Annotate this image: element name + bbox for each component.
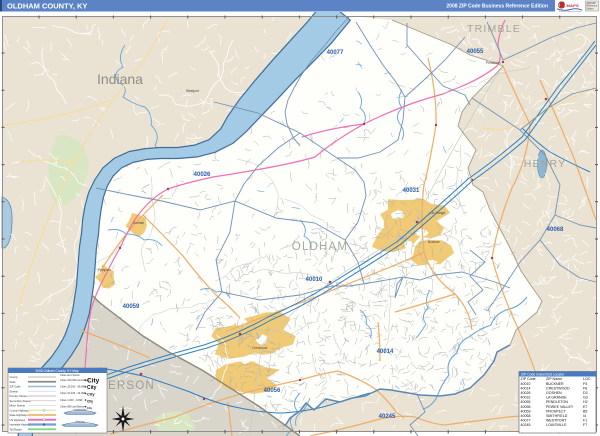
svg-text:E7: E7	[583, 405, 587, 409]
svg-text:2008 ZIP: 2008 ZIP	[587, 3, 597, 5]
svg-text:40245: 40245	[521, 423, 531, 427]
svg-text:40010: 40010	[306, 277, 323, 283]
svg-text:40055: 40055	[467, 49, 484, 55]
svg-text:Goshen: Goshen	[133, 221, 144, 225]
svg-text:40068: 40068	[547, 227, 564, 233]
svg-text:City: City	[87, 399, 93, 403]
svg-text:ERSON: ERSON	[108, 380, 155, 392]
svg-text:State Hwy: State Hwy	[75, 420, 84, 423]
svg-text:2008 Oldham County, KY Map: 2008 Oldham County, KY Map	[36, 369, 79, 373]
svg-text:40077: 40077	[521, 419, 531, 423]
svg-text:G3: G3	[583, 396, 588, 400]
svg-text:City: City	[87, 406, 92, 410]
svg-text:40031: 40031	[403, 188, 420, 194]
svg-text:BUCKNER: BUCKNER	[546, 382, 564, 386]
svg-text:LA GRANGE: LA GRANGE	[546, 396, 567, 400]
svg-text:CRESTWOOD: CRESTWOOD	[546, 386, 570, 390]
svg-text:Prospect: Prospect	[98, 268, 111, 272]
svg-text:Interstate Hwy: Interstate Hwy	[74, 408, 87, 411]
svg-text:H2: H2	[583, 400, 588, 404]
svg-text:City: City	[87, 392, 95, 397]
svg-text:Business Reference Maps: Business Reference Maps	[559, 10, 581, 13]
svg-text:ZIP Code: ZIP Code	[521, 377, 536, 381]
svg-text:Edition: Edition	[587, 7, 595, 10]
svg-text:Cities 25,000 - 99,999: Cities 25,000 - 99,999	[60, 385, 86, 389]
svg-text:40245: 40245	[379, 414, 396, 420]
svg-text:WESTPORT: WESTPORT	[546, 419, 567, 423]
svg-text:2008 ZIP Code Business Referen: 2008 ZIP Code Business Reference Edition	[446, 4, 548, 10]
svg-text:PENDLETON: PENDLETON	[546, 400, 568, 404]
svg-text:LOC: LOC	[583, 377, 591, 381]
svg-text:40014: 40014	[521, 386, 531, 390]
svg-text:La Grange: La Grange	[430, 211, 445, 215]
svg-text:US Highways: US Highways	[10, 418, 26, 422]
svg-text:40077: 40077	[327, 50, 344, 56]
svg-text:B5: B5	[583, 409, 587, 413]
svg-text:Minor Streets: Minor Streets	[10, 404, 26, 408]
svg-text:Indiana: Indiana	[97, 71, 143, 87]
svg-text:PEWEE VALLEY: PEWEE VALLEY	[546, 405, 574, 409]
svg-text:Cities 999 and Below: Cities 999 and Below	[60, 404, 84, 408]
svg-text:40010: 40010	[521, 382, 531, 386]
svg-text:State Highways: State Highways	[10, 413, 29, 417]
svg-text:40026: 40026	[194, 172, 211, 178]
svg-text:I4: I4	[583, 414, 586, 418]
svg-text:40059: 40059	[521, 409, 531, 413]
svg-text:Cities 10,000 - 24,999: Cities 10,000 - 24,999	[60, 391, 86, 395]
svg-text:MAPS: MAPS	[567, 3, 579, 8]
svg-text:40068: 40068	[521, 414, 531, 418]
svg-text:Reference: Reference	[587, 5, 598, 8]
svg-text:Primary Streets: Primary Streets	[10, 394, 29, 398]
svg-text:TRIMBLE: TRIMBLE	[467, 23, 521, 35]
svg-text:County Highways: County Highways	[10, 408, 31, 412]
svg-text:State: State	[10, 380, 17, 384]
svg-text:Westport: Westport	[186, 89, 199, 93]
svg-text:F6: F6	[583, 386, 587, 390]
svg-text:HENRY: HENRY	[524, 158, 567, 170]
svg-text:OLDHAM: OLDHAM	[292, 241, 348, 253]
svg-text:Cities 1,000 - 9,999: Cities 1,000 - 9,999	[60, 398, 83, 402]
svg-text:F5: F5	[583, 382, 587, 386]
svg-text:ZIP Code: ZIP Code	[10, 385, 21, 389]
svg-text:40056: 40056	[521, 405, 531, 409]
svg-text:D3: D3	[583, 391, 588, 395]
svg-text:40056: 40056	[264, 388, 281, 394]
svg-text:40055: 40055	[521, 400, 531, 404]
svg-text:GOSHEN: GOSHEN	[546, 391, 562, 395]
svg-text:Buckner: Buckner	[428, 240, 441, 244]
svg-text:ZIP Code Index/Grid Locator: ZIP Code Index/Grid Locator	[521, 373, 565, 377]
svg-text:Streets: Streets	[10, 389, 19, 393]
svg-text:40059: 40059	[123, 304, 140, 310]
svg-text:City: City	[87, 385, 97, 391]
svg-text:40031: 40031	[521, 396, 531, 400]
svg-text:City: City	[87, 378, 100, 385]
svg-text:F7: F7	[583, 423, 587, 427]
svg-text:Cities and Towns: Cities and Towns	[60, 373, 80, 377]
svg-text:SMITHFIELD: SMITHFIELD	[546, 414, 568, 418]
svg-text:LOUISVILLE: LOUISVILLE	[546, 423, 567, 427]
svg-text:Toll Roads: Toll Roads	[10, 427, 23, 431]
svg-text:OLDHAM COUNTY, KY: OLDHAM COUNTY, KY	[7, 2, 87, 11]
svg-text:County: County	[10, 375, 19, 379]
svg-text:ZIP Name: ZIP Name	[546, 377, 562, 381]
svg-text:40014: 40014	[377, 349, 394, 355]
svg-text:Pendleton: Pendleton	[486, 61, 501, 65]
svg-text:40026: 40026	[521, 391, 531, 395]
svg-text:PROSPECT: PROSPECT	[546, 409, 567, 413]
svg-text:Crestwood: Crestwood	[252, 346, 267, 350]
svg-text:F1: F1	[583, 419, 587, 423]
